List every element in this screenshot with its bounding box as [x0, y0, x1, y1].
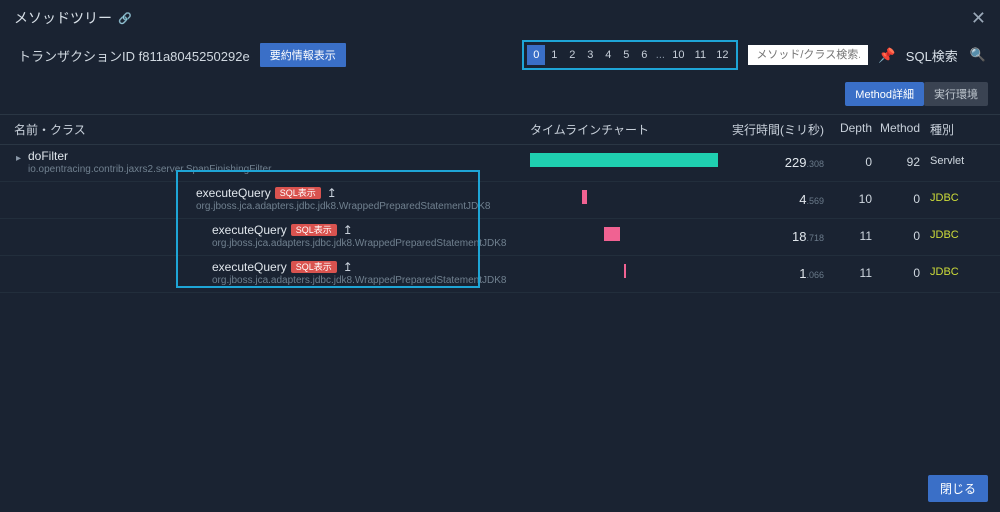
table-row[interactable]: executeQuery SQL表示 ↥org.jboss.jca.adapters… — [0, 182, 1000, 219]
page-title: メソッドツリー — [14, 8, 112, 28]
method-count: 0 — [876, 260, 926, 280]
type-value: JDBC — [926, 186, 978, 204]
class-name: io.opentracing.contrib.jaxrs2.server.Spa… — [28, 164, 530, 175]
pin-icon[interactable]: 📌 — [878, 47, 895, 64]
depth-value: 10 — [832, 186, 876, 206]
close-icon[interactable]: ✕ — [971, 8, 986, 29]
up-arrow-icon[interactable]: ↥ — [327, 186, 337, 200]
search-input[interactable] — [748, 45, 868, 65]
method-count: 92 — [876, 149, 926, 169]
type-value: JDBC — [926, 260, 978, 278]
col-time: 実行時間(ミリ秒) — [730, 121, 832, 138]
magnify-icon[interactable]: 🔍 — [970, 47, 986, 63]
up-arrow-icon[interactable]: ↥ — [343, 223, 353, 237]
method-name: doFilter — [28, 149, 68, 163]
table-row[interactable]: ▸ doFilterio.opentracing.contrib.jaxrs2.s… — [0, 145, 1000, 182]
col-depth: Depth — [832, 121, 876, 138]
pager-page-3[interactable]: 3 — [581, 45, 599, 65]
class-name: org.jboss.jca.adapters.jdbc.jdk8.Wrapped… — [212, 238, 530, 249]
depth-value: 0 — [832, 149, 876, 169]
col-method: Method — [876, 121, 926, 138]
tab-exec-env[interactable]: 実行環境 — [924, 82, 988, 106]
exec-time-int: 229 — [785, 155, 807, 170]
pager: 0123456...101112 — [522, 40, 738, 70]
timeline-bar — [530, 153, 718, 167]
link-icon[interactable]: 🔗 — [118, 12, 132, 25]
pager-page-5[interactable]: 5 — [617, 45, 635, 65]
table-header: 名前・クラス タイムラインチャート 実行時間(ミリ秒) Depth Method… — [0, 114, 1000, 145]
up-arrow-icon[interactable]: ↥ — [343, 260, 353, 274]
timeline-bar — [624, 264, 626, 278]
exec-time-frac: .718 — [806, 233, 824, 243]
depth-value: 11 — [832, 223, 876, 243]
pager-page-0[interactable]: 0 — [527, 45, 545, 65]
exec-time-frac: .569 — [806, 196, 824, 206]
pager-ellipsis: ... — [653, 45, 667, 65]
method-count: 0 — [876, 186, 926, 206]
pager-page-6[interactable]: 6 — [635, 45, 653, 65]
sql-badge[interactable]: SQL表示 — [291, 224, 337, 236]
exec-time-frac: .308 — [806, 159, 824, 169]
class-name: org.jboss.jca.adapters.jdbc.jdk8.Wrapped… — [196, 201, 530, 212]
table-row[interactable]: executeQuery SQL表示 ↥org.jboss.jca.adapters… — [0, 256, 1000, 293]
summary-button[interactable]: 要約情報表示 — [260, 43, 346, 67]
close-button[interactable]: 閉じる — [928, 475, 988, 502]
col-type: 種別 — [926, 121, 978, 138]
pager-page-2[interactable]: 2 — [563, 45, 581, 65]
method-name: executeQuery — [212, 223, 287, 237]
type-value: Servlet — [926, 149, 978, 167]
pager-page-11[interactable]: 11 — [689, 45, 711, 65]
tab-method-detail[interactable]: Method詳細 — [845, 82, 924, 106]
transaction-id: トランザクションID f811a8045250292e — [18, 46, 250, 65]
timeline-bar — [582, 190, 587, 204]
class-name: org.jboss.jca.adapters.jdbc.jdk8.Wrapped… — [212, 275, 530, 286]
pager-page-4[interactable]: 4 — [599, 45, 617, 65]
method-count: 0 — [876, 223, 926, 243]
pager-page-1[interactable]: 1 — [545, 45, 563, 65]
exec-time-int: 18 — [792, 229, 806, 244]
timeline-bar — [604, 227, 620, 241]
depth-value: 11 — [832, 260, 876, 280]
type-value: JDBC — [926, 223, 978, 241]
col-chart: タイムラインチャート — [530, 121, 730, 138]
sql-badge[interactable]: SQL表示 — [291, 261, 337, 273]
pager-page-12[interactable]: 12 — [711, 45, 733, 65]
sql-search-link[interactable]: SQL検索 — [906, 46, 958, 65]
expand-icon[interactable]: ▸ — [16, 153, 21, 164]
method-name: executeQuery — [196, 186, 271, 200]
method-name: executeQuery — [212, 260, 287, 274]
pager-page-10[interactable]: 10 — [667, 45, 689, 65]
col-name: 名前・クラス — [0, 121, 530, 138]
sql-badge[interactable]: SQL表示 — [275, 187, 321, 199]
exec-time-frac: .066 — [806, 270, 824, 280]
table-row[interactable]: executeQuery SQL表示 ↥org.jboss.jca.adapters… — [0, 219, 1000, 256]
